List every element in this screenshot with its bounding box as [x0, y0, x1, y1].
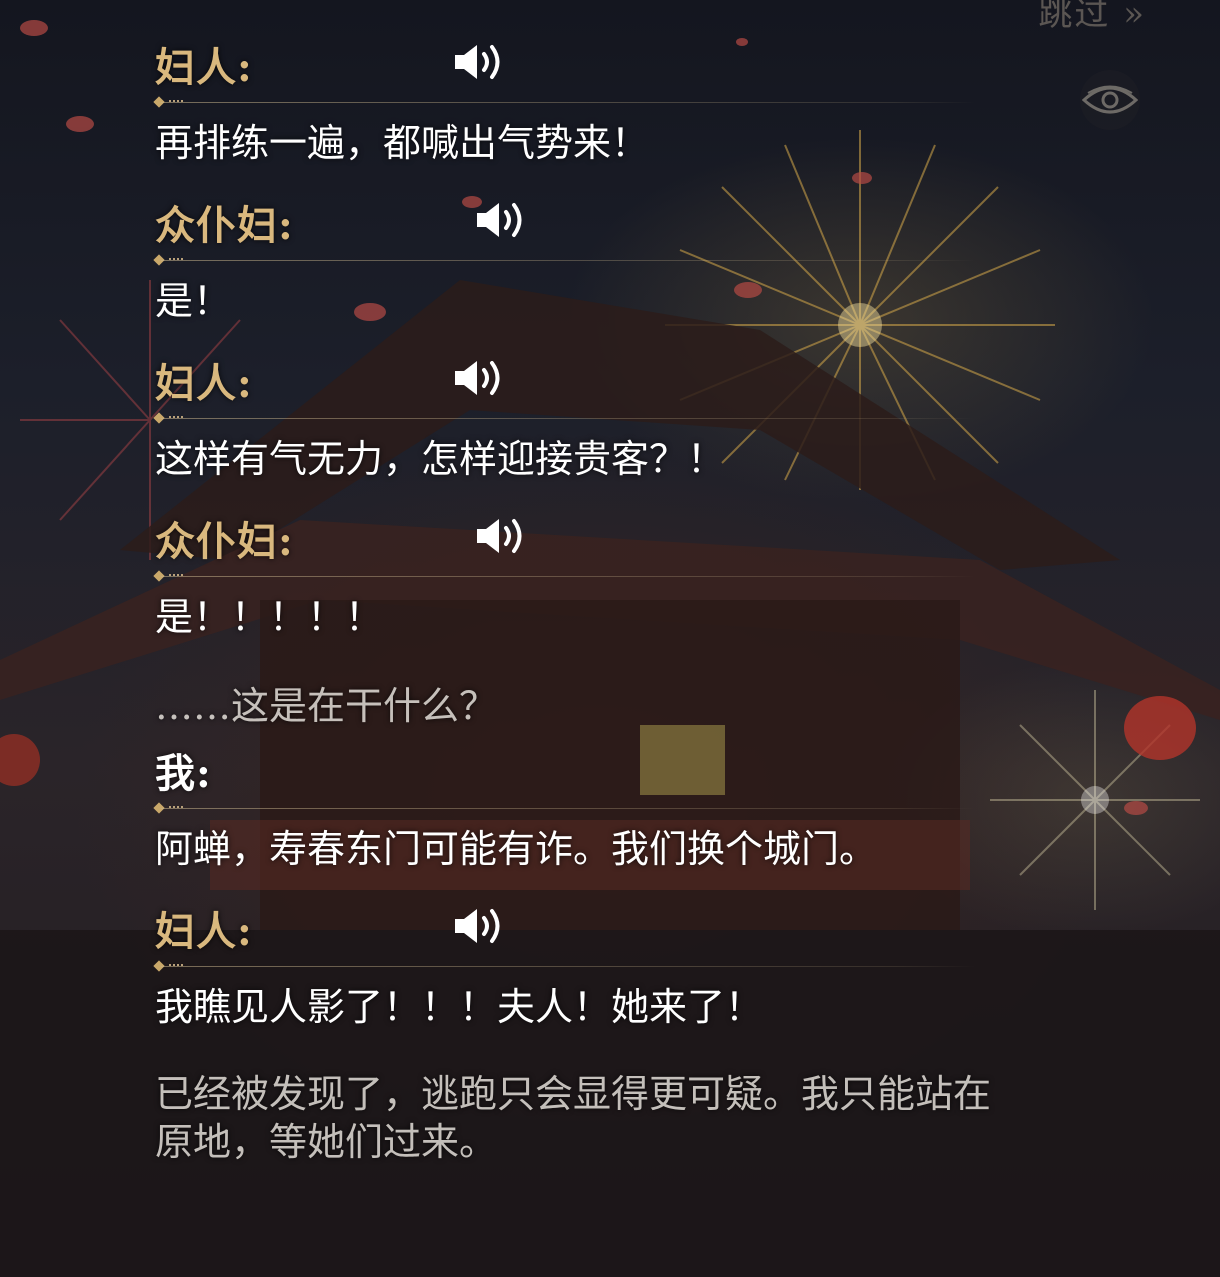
- dialogue-entry: 妇人: 这样有气无力，怎样迎接贵客？！: [153, 328, 1095, 486]
- dialogue-entry: 妇人: 我瞧见人影了！！！夫人！她来了！: [153, 876, 1095, 1034]
- speaker-name: 妇人:: [155, 360, 253, 407]
- narration-text: ……这是在干什么？: [155, 684, 498, 728]
- speaker-row: 妇人:: [155, 328, 1095, 408]
- dialogue-text: 阿蝉，寿春东门可能有诈。我们换个城门。: [155, 827, 878, 871]
- speaker-name: 我:: [155, 750, 212, 797]
- lantern-left: [0, 734, 40, 786]
- dialogue-text: 这样有气无力，怎样迎接贵客？！: [155, 437, 726, 481]
- dialogue-text: 我瞧见人影了！！！夫人！她来了！: [155, 985, 764, 1029]
- speaker-row: 妇人:: [155, 0, 1095, 92]
- divider: [153, 570, 1095, 584]
- speaker-volume-icon[interactable]: [473, 516, 527, 556]
- divider: [153, 960, 1095, 974]
- divider: [153, 254, 1095, 268]
- speaker-name: 众仆妇:: [155, 518, 294, 565]
- lantern-right: [1124, 696, 1196, 760]
- speaker-volume-icon[interactable]: [451, 358, 505, 398]
- dialogue-log[interactable]: 妇人: 再排练一遍，都喊出气势来！ 众仆妇: 是！ 妇人: 这样有气无力，怎样迎…: [153, 0, 1095, 1166]
- speaker-row: 妇人:: [155, 876, 1095, 956]
- speaker-row: 众仆妇:: [155, 170, 1095, 250]
- narration-block: 已经被发现了，逃跑只会显得更可疑。我只能站在 原地，等她们过来。: [155, 1070, 1095, 1166]
- speaker-row: 众仆妇:: [155, 486, 1095, 566]
- divider: [153, 96, 1095, 110]
- divider: [153, 412, 1095, 426]
- dialogue-text: 是！: [155, 279, 232, 323]
- speaker-name: 妇人:: [155, 44, 253, 91]
- speaker-volume-icon[interactable]: [451, 42, 505, 82]
- speaker-name: 众仆妇:: [155, 202, 294, 249]
- speaker-row: 我:: [155, 730, 1095, 798]
- dialogue-text: 再排练一遍，都喊出气势来！: [155, 121, 650, 165]
- dialogue-entry: 妇人: 再排练一遍，都喊出气势来！: [153, 0, 1095, 170]
- divider: [153, 802, 1095, 816]
- dialogue-text: 是！！！！！: [155, 595, 384, 639]
- speaker-volume-icon[interactable]: [451, 906, 505, 946]
- speaker-name: 妇人:: [155, 908, 253, 955]
- speaker-volume-icon[interactable]: [473, 200, 527, 240]
- narration-text: 已经被发现了，逃跑只会显得更可疑。我只能站在: [155, 1072, 992, 1116]
- narration-text: 原地，等她们过来。: [155, 1120, 498, 1164]
- dialogue-entry: 众仆妇: 是！: [153, 170, 1095, 328]
- dialogue-entry: 我: 阿蝉，寿春东门可能有诈。我们换个城门。: [153, 730, 1095, 876]
- dialogue-entry: 众仆妇: 是！！！！！: [153, 486, 1095, 644]
